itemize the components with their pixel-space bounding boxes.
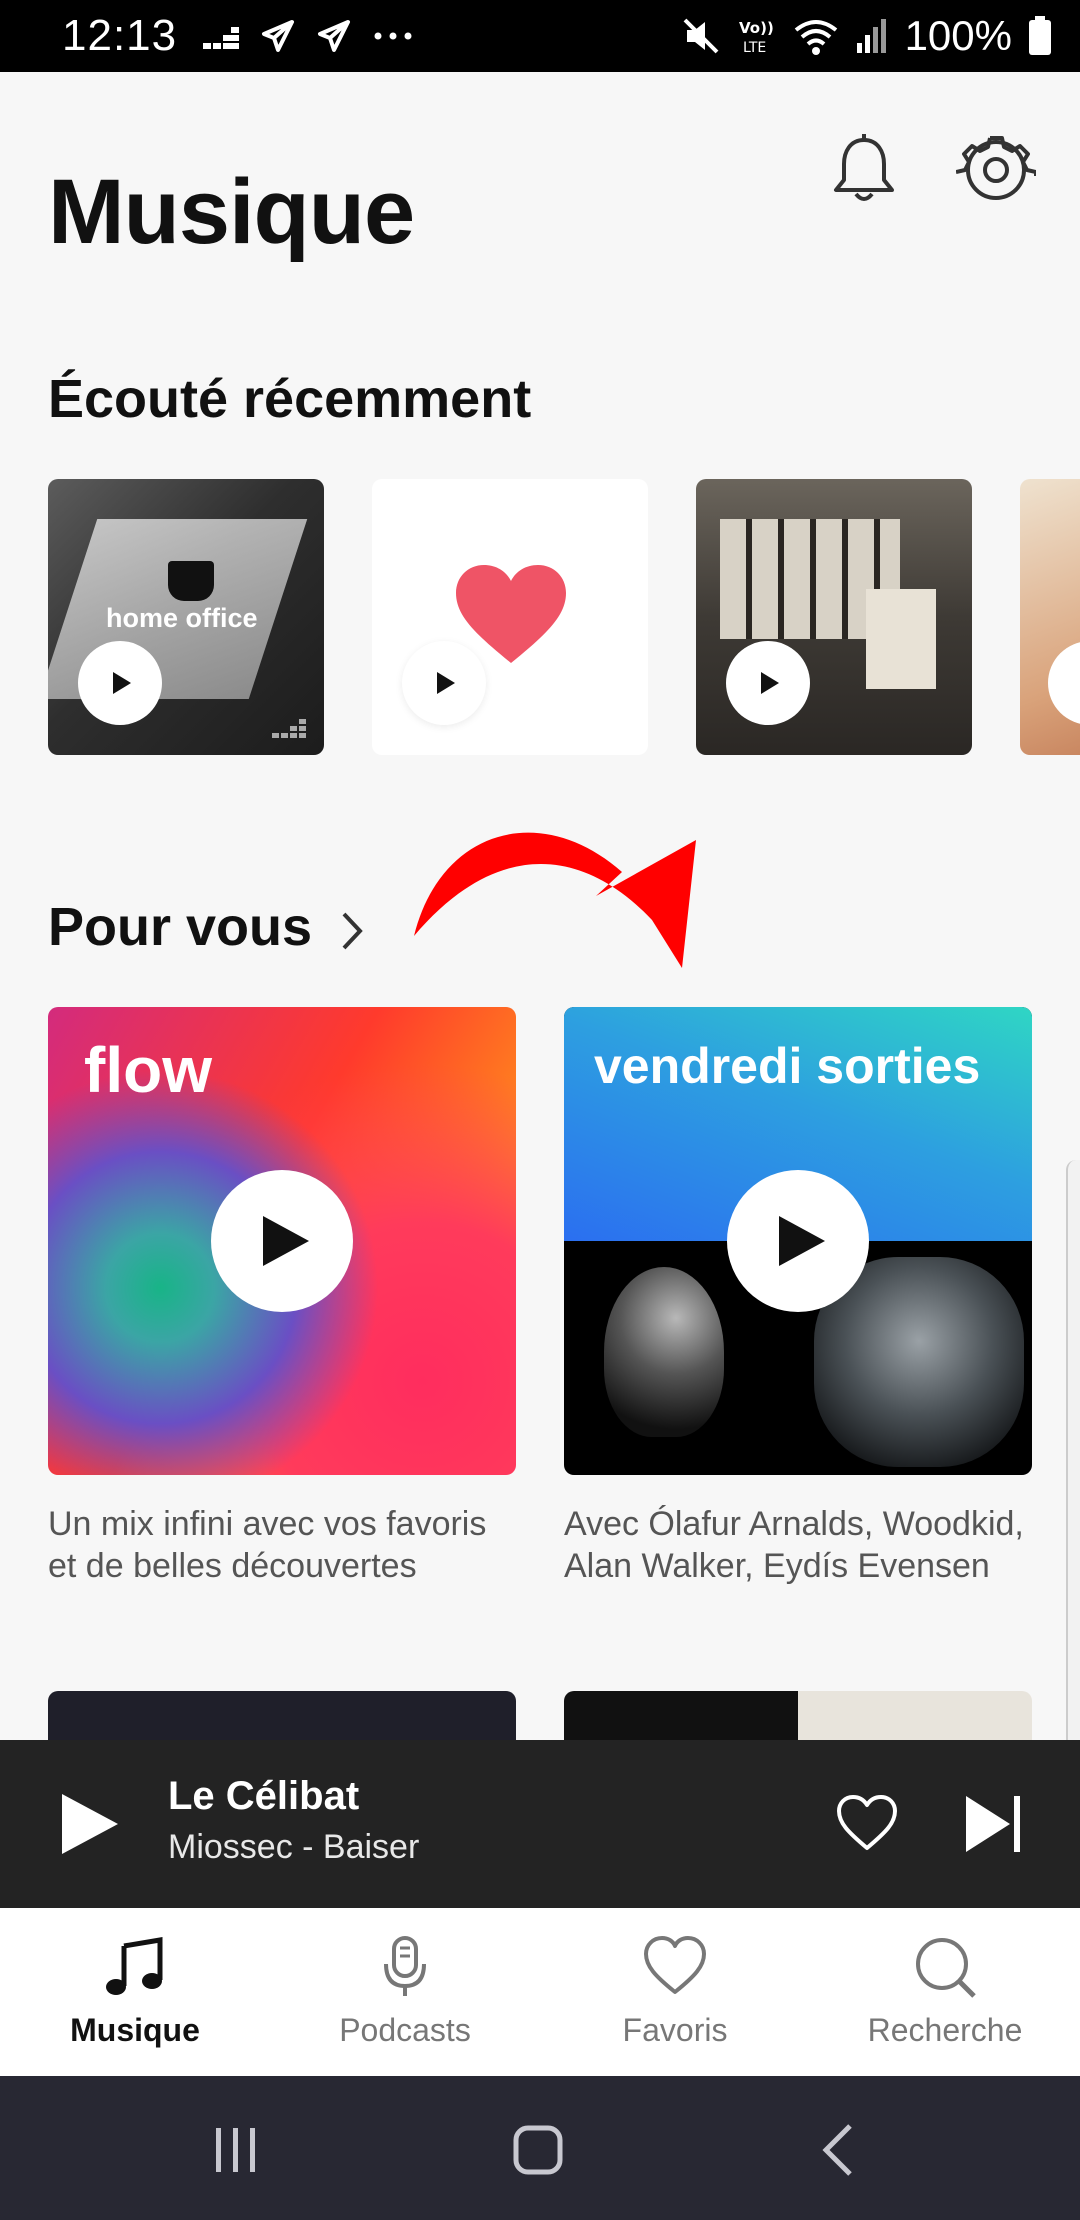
track-title: Le Célibat: [168, 1774, 360, 1818]
recent-section-title: Écouté récemment: [48, 369, 532, 429]
page-title: Musique: [48, 161, 415, 263]
play-icon: [437, 672, 455, 694]
flow-card-label: flow: [84, 1034, 212, 1106]
tab-favoris[interactable]: Favoris: [540, 1908, 810, 2076]
svg-text:Vo)): Vo)): [739, 19, 774, 37]
more-icon: [374, 32, 412, 40]
back-icon[interactable]: [810, 2120, 870, 2180]
skip-next-icon[interactable]: [964, 1792, 1024, 1856]
telegram-icon: [262, 20, 295, 52]
track-artist: Miossec - Baiser: [168, 1828, 420, 1866]
signal-icon: [856, 19, 886, 53]
scrollbar[interactable]: [1066, 1160, 1080, 1780]
flow-card[interactable]: flow: [48, 1007, 516, 1475]
volte-icon: Vo)) LTE: [739, 19, 774, 56]
play-icon: [113, 672, 131, 694]
tab-label: Musique: [70, 2012, 200, 2048]
tab-musique[interactable]: Musique: [0, 1908, 270, 2076]
status-bar: 12:13 Vo)) LTE 100%: [0, 0, 1080, 72]
status-time: 12:13: [62, 11, 178, 60]
telegram-icon: [318, 20, 351, 52]
play-button[interactable]: [211, 1170, 353, 1312]
new-releases-card[interactable]: vendredi sorties: [564, 1007, 1032, 1475]
home-icon[interactable]: [508, 2120, 568, 2180]
microphone-icon: [384, 1936, 426, 1996]
tab-label: Favoris: [622, 2012, 728, 2048]
chevron-right-icon[interactable]: [338, 908, 366, 954]
recent-item-home-office[interactable]: home office: [48, 479, 324, 755]
new-releases-card-label: vendredi sorties: [594, 1038, 981, 1094]
play-button[interactable]: [402, 641, 486, 725]
tab-label: Podcasts: [339, 2012, 471, 2048]
wifi-icon: [794, 20, 837, 55]
play-button[interactable]: [726, 641, 810, 725]
battery-icon: [1029, 16, 1051, 55]
play-button[interactable]: [1048, 641, 1080, 725]
bottom-nav: Musique Podcasts Favoris Recherche: [0, 1908, 1080, 2076]
play-button[interactable]: [727, 1170, 869, 1312]
battery-percent: 100%: [904, 12, 1012, 59]
music-note-icon: [106, 1937, 163, 1995]
flow-card-caption: Un mix infini avec vos favoris et de bel…: [48, 1505, 487, 1585]
artist-photo-image: [604, 1267, 724, 1437]
recent-item-label: home office: [106, 603, 258, 633]
recent-carousel[interactable]: home office: [48, 479, 1080, 755]
gear-icon[interactable]: [956, 130, 1036, 210]
new-releases-card-caption: Avec Ólafur Arnalds, Woodkid, Alan Walke…: [564, 1505, 1024, 1585]
mute-icon: [683, 18, 718, 54]
recent-item-favorites[interactable]: [372, 479, 648, 755]
recent-item-album[interactable]: [696, 479, 972, 755]
play-icon: [761, 672, 779, 694]
tab-podcasts[interactable]: Podcasts: [270, 1908, 540, 2076]
tab-recherche[interactable]: Recherche: [810, 1908, 1080, 2076]
heart-icon[interactable]: [836, 1794, 898, 1852]
recent-item-cocoon[interactable]: [1020, 479, 1080, 755]
system-nav-bar: [0, 2076, 1080, 2220]
recent-apps-icon[interactable]: [206, 2120, 266, 2180]
for-you-section-title[interactable]: Pour vous: [48, 896, 312, 958]
mini-player[interactable]: Le Célibat Miossec - Baiser: [0, 1740, 1080, 1908]
play-icon: [779, 1216, 825, 1266]
tab-label: Recherche: [867, 2012, 1023, 2048]
play-icon[interactable]: [58, 1792, 122, 1856]
search-icon: [916, 1938, 976, 1998]
bell-icon[interactable]: [824, 130, 904, 210]
deezer-logo-icon: [272, 719, 306, 738]
deezer-status-icon: [203, 27, 240, 49]
play-button[interactable]: [78, 641, 162, 725]
heart-icon: [644, 1936, 706, 1994]
annotation-arrow-icon: [414, 832, 696, 968]
poster-image: [866, 589, 936, 689]
svg-text:LTE: LTE: [743, 40, 766, 56]
play-icon: [263, 1216, 309, 1266]
mug-image: [168, 561, 214, 601]
